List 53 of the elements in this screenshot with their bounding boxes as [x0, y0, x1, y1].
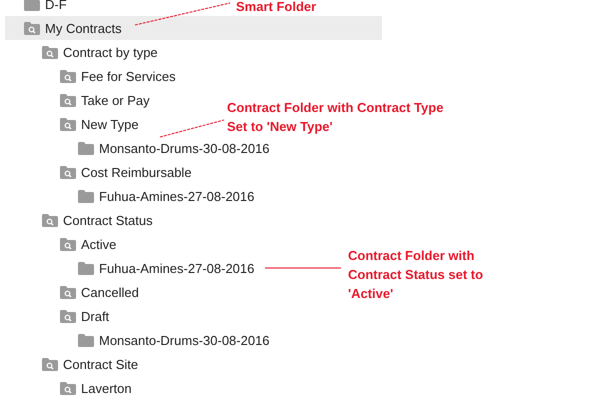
tree-row[interactable]: Contract Site [5, 352, 138, 376]
tree-item-label: Monsanto-Drums-30-08-2016 [99, 332, 270, 348]
tree-row[interactable]: Laverton [5, 376, 132, 400]
tree-row[interactable]: Draft [5, 304, 110, 328]
folder-icon [78, 190, 94, 202]
annotation-text: Smart Folder [236, 0, 316, 16]
tree-item-label: New Type [81, 116, 139, 132]
search-folder-icon [60, 70, 76, 82]
tree-item-label: Contract by type [63, 44, 158, 60]
annotation-text: Contract Folder with Contract Status set to 'Active' [348, 247, 484, 303]
tree-row[interactable]: Monsanto-Drums-30-08-2016 [5, 136, 270, 160]
tree-row[interactable]: Monsanto-Drums-30-08-2016 [5, 328, 270, 352]
search-folder-icon [60, 166, 76, 178]
search-folder-icon [42, 214, 58, 226]
tree-item-label: Laverton [81, 380, 132, 396]
tree-item-label: Fuhua-Amines-27-08-2016 [99, 260, 254, 276]
search-folder-icon [42, 358, 58, 370]
search-folder-icon [24, 22, 40, 34]
folder-icon [24, 0, 40, 10]
tree-item-label: Monsanto-Drums-30-08-2016 [99, 140, 270, 156]
tree-item-label: Contract Site [63, 356, 138, 372]
tree-item-label: My Contracts [45, 20, 122, 36]
search-folder-icon [60, 94, 76, 106]
tree-row[interactable]: My Contracts [5, 16, 382, 40]
tree-row[interactable]: Cancelled [5, 280, 139, 304]
search-folder-icon [42, 46, 58, 58]
tree-row[interactable]: Fuhua-Amines-27-08-2016 [5, 184, 254, 208]
tree-item-label: Take or Pay [81, 92, 150, 108]
tree-item-label: Fee for Services [81, 68, 176, 84]
tree-item-label: Fuhua-Amines-27-08-2016 [99, 188, 254, 204]
search-folder-icon [60, 118, 76, 130]
search-folder-icon [60, 310, 76, 322]
tree-row[interactable]: Fuhua-Amines-27-08-2016 [5, 256, 254, 280]
tree-row[interactable]: Cost Reimbursable [5, 160, 192, 184]
tree-row[interactable]: Take or Pay [5, 88, 150, 112]
leader-line [160, 120, 224, 138]
tree-row[interactable]: Fee for Services [5, 64, 176, 88]
tree-row[interactable]: New Type [5, 112, 139, 136]
tree-row[interactable]: Contract by type [5, 40, 158, 64]
tree-item-label: Cost Reimbursable [81, 164, 192, 180]
tree-row[interactable]: Active [5, 232, 116, 256]
tree-item-label: Contract Status [63, 212, 153, 228]
tree-item-label: Active [81, 236, 116, 252]
tree-row[interactable]: Contract Status [5, 208, 153, 232]
folder-icon [78, 334, 94, 346]
search-folder-icon [60, 238, 76, 250]
search-folder-icon [60, 286, 76, 298]
tree-item-label: Draft [81, 308, 110, 324]
search-folder-icon [60, 382, 76, 394]
folder-icon [78, 142, 94, 154]
folder-icon [78, 262, 94, 274]
annotation-text: Contract Folder with Contract Type Set to 'New Type' [227, 99, 444, 136]
tree-item-label: Cancelled [81, 284, 139, 300]
